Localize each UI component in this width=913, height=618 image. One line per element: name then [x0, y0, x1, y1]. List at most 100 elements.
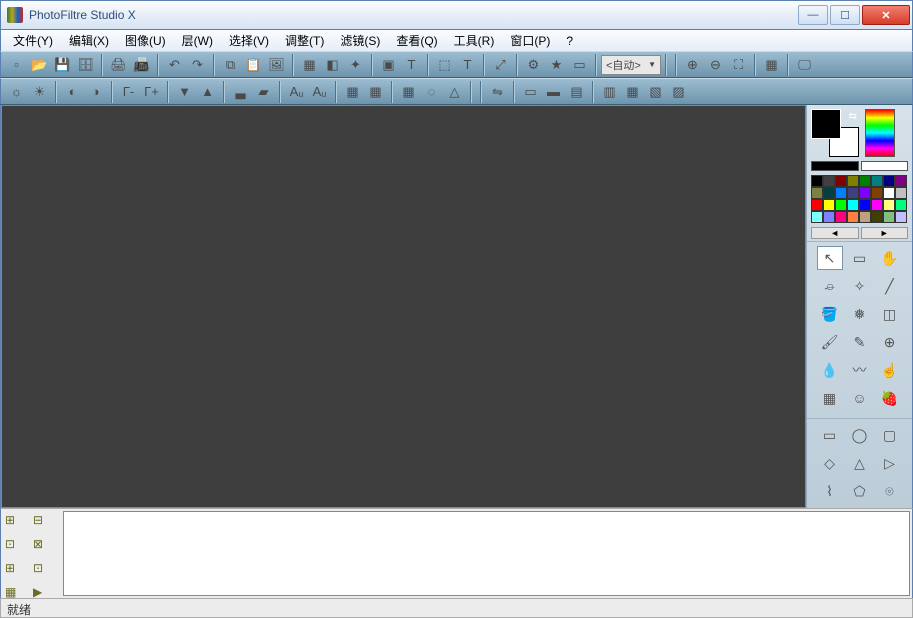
shape-magnet[interactable]: ⌾ — [877, 479, 903, 503]
canvas[interactable] — [1, 105, 806, 508]
fx-button[interactable]: ✦ — [344, 54, 367, 76]
auto2-button[interactable]: Aᵤ — [308, 81, 331, 103]
menu-s[interactable]: 滤镜(S) — [332, 30, 388, 51]
swatch[interactable] — [859, 175, 871, 187]
l3-button[interactable]: ▤ — [565, 81, 588, 103]
seltool-button[interactable]: ⬚ — [433, 54, 456, 76]
blur-button[interactable]: ◌ — [420, 81, 443, 103]
zoom-combo[interactable]: <自动>▼ — [601, 55, 661, 75]
swatch[interactable] — [895, 175, 907, 187]
saveall-button[interactable]: 🗄 — [74, 54, 97, 76]
tool-stamp[interactable]: 🍓 — [877, 386, 903, 410]
shape-lasso[interactable]: ⌇ — [817, 479, 843, 503]
close-button[interactable]: ✕ — [862, 5, 910, 25]
swatch[interactable] — [859, 199, 871, 211]
swatch[interactable] — [895, 211, 907, 223]
mirror-button[interactable]: ⇋ — [486, 81, 509, 103]
sharpen-button[interactable]: △ — [443, 81, 466, 103]
contrast+-button[interactable]: ◑ — [84, 81, 107, 103]
tool-brush2[interactable]: ✎ — [847, 330, 873, 354]
shape-triangle[interactable]: △ — [847, 451, 873, 475]
swatch[interactable] — [859, 187, 871, 199]
tool-finger[interactable]: ☝ — [877, 358, 903, 382]
tool-smudge[interactable]: 〰 — [847, 358, 873, 382]
shape-ellipse[interactable]: ◯ — [847, 423, 873, 447]
menu-t[interactable]: 调整(T) — [277, 30, 332, 51]
tool-eyedrop[interactable]: ⌮ — [817, 274, 843, 298]
resize-button[interactable]: ⤢ — [489, 54, 512, 76]
menu-w[interactable]: 层(W) — [174, 30, 221, 51]
tool-pointer[interactable]: ↖ — [817, 246, 843, 270]
swatch[interactable] — [811, 199, 823, 211]
menu-y[interactable]: 文件(Y) — [5, 30, 61, 51]
print-button[interactable]: 🖨 — [107, 54, 130, 76]
text-button[interactable]: T — [400, 54, 423, 76]
shape-triangle2[interactable]: ▷ — [877, 451, 903, 475]
layer-btn-1[interactable]: ⊞ — [5, 513, 23, 531]
swatch[interactable] — [883, 211, 895, 223]
redo-button[interactable]: ↷ — [186, 54, 209, 76]
menu-[interactable]: ? — [558, 32, 581, 50]
crop-button[interactable]: ▣ — [377, 54, 400, 76]
grid2-button[interactable]: ▦ — [364, 81, 387, 103]
swatch[interactable] — [871, 199, 883, 211]
swatch[interactable] — [823, 211, 835, 223]
sat--button[interactable]: ▼ — [173, 81, 196, 103]
swatch[interactable] — [859, 211, 871, 223]
menu-p[interactable]: 窗口(P) — [502, 30, 558, 51]
layer-btn-2[interactable]: ⊟ — [33, 513, 51, 531]
tool-brush[interactable]: 🖌 — [817, 330, 843, 354]
menu-u[interactable]: 图像(U) — [117, 30, 174, 51]
swatch[interactable] — [847, 211, 859, 223]
swatch[interactable] — [835, 199, 847, 211]
copy-button[interactable]: ⧉ — [219, 54, 242, 76]
open-button[interactable]: 📂 — [28, 54, 51, 76]
menu-q[interactable]: 查看(Q) — [388, 30, 445, 51]
thumbnail-strip[interactable] — [63, 511, 910, 596]
twain-button[interactable]: 📠 — [130, 54, 153, 76]
maximize-button[interactable]: ☐ — [830, 5, 860, 25]
swatch[interactable] — [835, 211, 847, 223]
swatch[interactable] — [811, 175, 823, 187]
text2-button[interactable]: T — [456, 54, 479, 76]
l7-button[interactable]: ▨ — [667, 81, 690, 103]
tool-pattern[interactable]: ▦ — [817, 386, 843, 410]
grid1-button[interactable]: ▦ — [341, 81, 364, 103]
tool-wand[interactable]: ✧ — [847, 274, 873, 298]
minimize-button[interactable]: — — [798, 5, 828, 25]
gamma+-button[interactable]: Γ+ — [140, 81, 163, 103]
screen-button[interactable]: 🖵 — [793, 54, 816, 76]
swatch[interactable] — [895, 199, 907, 211]
l4-button[interactable]: ▥ — [598, 81, 621, 103]
full-button[interactable]: ▦ — [760, 54, 783, 76]
swatch[interactable] — [883, 199, 895, 211]
l6-button[interactable]: ▧ — [644, 81, 667, 103]
new-button[interactable]: ▫ — [5, 54, 28, 76]
swatch[interactable] — [847, 199, 859, 211]
black-swatch[interactable] — [811, 161, 859, 171]
swatch[interactable] — [835, 175, 847, 187]
hist-button[interactable]: ▃ — [229, 81, 252, 103]
sat+-button[interactable]: ▲ — [196, 81, 219, 103]
swatch[interactable] — [871, 175, 883, 187]
auto1-button[interactable]: Aᵤ — [285, 81, 308, 103]
layer-btn-5[interactable]: ⊞ — [5, 561, 23, 579]
contrast--button[interactable]: ◐ — [61, 81, 84, 103]
layer-btn-3[interactable]: ⊡ — [5, 537, 23, 555]
save-button[interactable]: 💾 — [51, 54, 74, 76]
fg-bg-swatch[interactable]: ⇆ — [811, 109, 859, 157]
swatch[interactable] — [871, 211, 883, 223]
swatch[interactable] — [823, 175, 835, 187]
fg-color[interactable] — [811, 109, 841, 139]
grad2-button[interactable]: ▰ — [252, 81, 275, 103]
swap-colors-icon[interactable]: ⇆ — [849, 111, 857, 122]
tool-portrait[interactable]: ☺ — [847, 386, 873, 410]
l2-button[interactable]: ▬ — [542, 81, 565, 103]
l1-button[interactable]: ▭ — [519, 81, 542, 103]
tool-clone[interactable]: ⊕ — [877, 330, 903, 354]
tool-bucket[interactable]: 🪣 — [817, 302, 843, 326]
swatch[interactable] — [895, 187, 907, 199]
swatch[interactable] — [811, 211, 823, 223]
shape-rect[interactable]: ▭ — [817, 423, 843, 447]
undo-button[interactable]: ↶ — [163, 54, 186, 76]
